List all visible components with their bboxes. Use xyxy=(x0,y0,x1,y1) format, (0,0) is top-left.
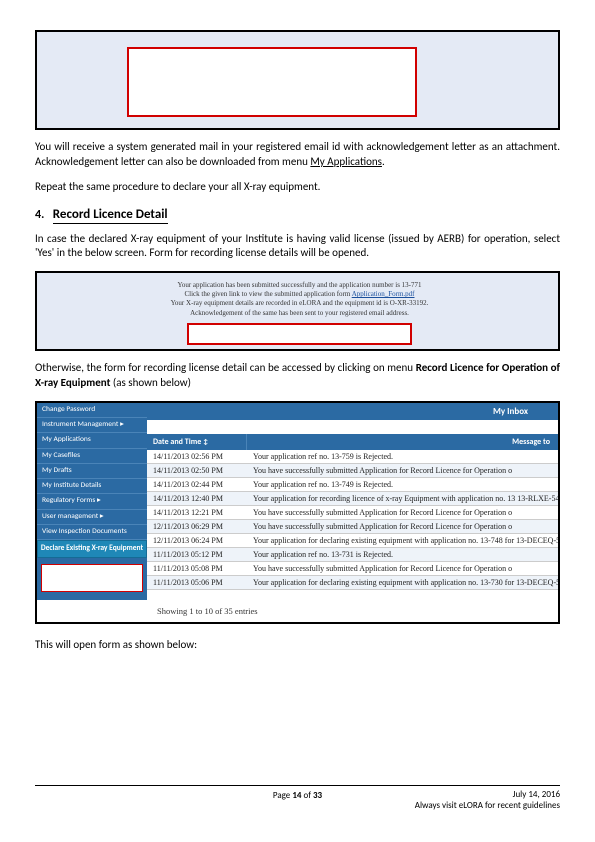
page-footer: Page 14 of 33 July 14, 2016 Always visit… xyxy=(35,785,560,812)
sidebar-item[interactable]: My Casefiles xyxy=(37,449,147,464)
figure-placeholder-1 xyxy=(35,30,560,130)
table-row[interactable]: 14/11/2013 02:50 PMYou have successfully… xyxy=(147,464,558,478)
sidebar-item[interactable]: Instrument Management ▸ xyxy=(37,418,147,433)
cell-datetime: 11/11/2013 05:12 PM xyxy=(147,548,247,561)
table-row[interactable]: 11/11/2013 05:08 PMYou have successfully… xyxy=(147,562,558,576)
text: Your application has been submitted succ… xyxy=(157,281,442,290)
page-number: Page 14 of 33 xyxy=(35,790,560,801)
table-showing: Showing 1 to 10 of 35 entries xyxy=(37,600,558,622)
cell-datetime: 14/11/2013 02:44 PM xyxy=(147,478,247,491)
cell-message: You have successfully submitted Applicat… xyxy=(247,464,558,477)
inbox-title: My Inbox xyxy=(147,403,558,420)
text: You will receive a system generated mail… xyxy=(35,140,560,168)
section-heading: 4. Record Licence Detail xyxy=(35,207,560,222)
confirmation-message: Your application has been submitted succ… xyxy=(157,281,442,317)
paragraph: This will open form as shown below: xyxy=(35,638,560,653)
cell-message: Your application ref no. 13-731 is Rejec… xyxy=(247,548,558,561)
cell-datetime: 14/11/2013 12:21 PM xyxy=(147,506,247,519)
cell-datetime: 12/11/2013 06:29 PM xyxy=(147,520,247,533)
cell-datetime: 14/11/2013 02:50 PM xyxy=(147,464,247,477)
col-date-header[interactable]: Date and Time ↕ xyxy=(147,434,247,450)
sidebar: Change PasswordInstrument Management ▸My… xyxy=(37,403,147,601)
sidebar-item[interactable]: My Drafts xyxy=(37,464,147,479)
text: Click the given link to view the submitt… xyxy=(184,290,351,298)
sidebar-item-declare-equipment[interactable]: Declare Existing X-ray Equipment xyxy=(37,540,147,558)
text: Date and Time xyxy=(153,437,201,447)
paragraph: You will receive a system generated mail… xyxy=(35,140,560,170)
sort-icon: ↕ xyxy=(203,437,208,446)
figure-confirmation: Your application has been submitted succ… xyxy=(35,271,560,351)
cell-datetime: 12/11/2013 06:24 PM xyxy=(147,534,247,547)
cell-datetime: 11/11/2013 05:08 PM xyxy=(147,562,247,575)
paragraph: In case the declared X-ray equipment of … xyxy=(35,232,560,262)
text: Your X-ray equipment details are recorde… xyxy=(157,299,442,308)
figure-inbox-screenshot: Change PasswordInstrument Management ▸My… xyxy=(35,401,560,625)
table-row[interactable]: 14/11/2013 12:21 PMYou have successfully… xyxy=(147,506,558,520)
table-row[interactable]: 11/11/2013 05:12 PMYour application ref … xyxy=(147,548,558,562)
cell-message: Your application ref no. 13-759 is Rejec… xyxy=(247,450,558,463)
sidebar-item[interactable]: User management ▸ xyxy=(37,510,147,525)
cell-message: Your application for declaring existing … xyxy=(247,576,558,589)
paragraph: Otherwise, the form for recording licens… xyxy=(35,361,560,391)
my-applications-link: My Applications xyxy=(310,155,382,168)
cell-datetime: 14/11/2013 12:40 PM xyxy=(147,492,247,505)
text: Page xyxy=(273,790,292,801)
footer-note: Always visit eLORA for recent guidelines xyxy=(415,801,560,812)
cell-message: You have successfully submitted Applicat… xyxy=(247,506,558,519)
cell-message: Your application ref no. 13-749 is Rejec… xyxy=(247,478,558,491)
highlight-box xyxy=(187,323,412,345)
table-header: Date and Time ↕ Message to xyxy=(147,434,558,450)
table-body: 14/11/2013 02:56 PMYour application ref … xyxy=(147,450,558,590)
table-row[interactable]: 14/11/2013 02:56 PMYour application ref … xyxy=(147,450,558,464)
col-message-header[interactable]: Message to xyxy=(247,434,558,450)
cell-message: You have successfully submitted Applicat… xyxy=(247,520,558,533)
sidebar-item[interactable]: View Inspection Documents xyxy=(37,525,147,540)
table-row[interactable]: 12/11/2013 06:29 PMYou have successfully… xyxy=(147,520,558,534)
paragraph: Repeat the same procedure to declare you… xyxy=(35,180,560,195)
text: Acknowledgement of the same has been sen… xyxy=(157,309,442,318)
text: . xyxy=(382,155,385,168)
cell-message: Your application for declaring existing … xyxy=(247,534,558,547)
cell-message: Your application for recording licence o… xyxy=(247,492,558,505)
table-row[interactable]: 11/11/2013 05:06 PMYour application for … xyxy=(147,576,558,590)
table-row[interactable]: 14/11/2013 12:40 PMYour application for … xyxy=(147,492,558,506)
cell-datetime: 14/11/2013 02:56 PM xyxy=(147,450,247,463)
highlight-box xyxy=(127,47,417,117)
highlight-box xyxy=(41,564,143,592)
text: of xyxy=(301,790,313,801)
main-panel: My Inbox Date and Time ↕ Message to 14/1… xyxy=(147,403,558,601)
section-title: Record Licence Detail xyxy=(53,207,168,224)
section-number: 4. xyxy=(35,208,44,222)
sidebar-item[interactable]: My Applications xyxy=(37,433,147,448)
text: Otherwise, the form for recording licens… xyxy=(35,361,416,374)
text: Click the given link to view the submitt… xyxy=(157,290,442,299)
application-form-link: Application_Form.pdf xyxy=(352,290,415,298)
cell-datetime: 11/11/2013 05:06 PM xyxy=(147,576,247,589)
table-row[interactable]: 14/11/2013 02:44 PMYour application ref … xyxy=(147,478,558,492)
text: (as shown below) xyxy=(110,376,191,389)
table-row[interactable]: 12/11/2013 06:24 PMYour application for … xyxy=(147,534,558,548)
sidebar-item[interactable]: Change Password xyxy=(37,403,147,418)
cell-message: You have successfully submitted Applicat… xyxy=(247,562,558,575)
sidebar-item[interactable]: Regulatory Forms ▸ xyxy=(37,494,147,509)
sidebar-item[interactable]: My Institute Details xyxy=(37,479,147,494)
text: 33 xyxy=(313,790,322,801)
